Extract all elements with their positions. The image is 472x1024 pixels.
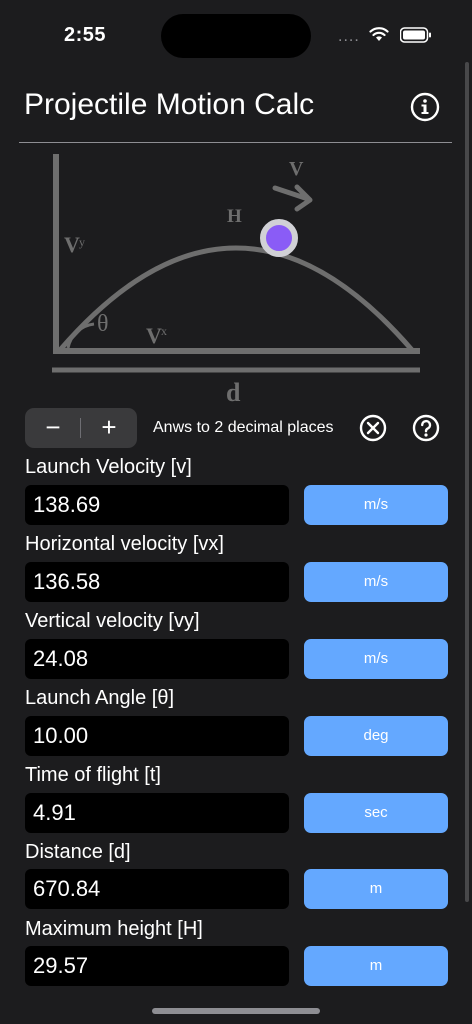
decimal-stepper[interactable]: − + <box>25 408 137 448</box>
maximum-height-unit-button[interactable]: m <box>304 946 448 986</box>
angle-arc <box>66 322 95 349</box>
vertical-velocity-label: Vertical velocity [vy] <box>25 610 200 632</box>
projectile-ball <box>260 219 298 257</box>
vy-label: V <box>64 232 80 257</box>
launch-velocity-unit-button[interactable]: m/s <box>304 485 448 525</box>
launch-velocity-label: Launch Velocity [v] <box>25 456 192 478</box>
height-label: H <box>227 206 242 227</box>
vertical-velocity-unit-button[interactable]: m/s <box>304 639 448 679</box>
vertical-velocity-input[interactable]: 24.08 <box>25 639 289 679</box>
vx-subscript: x <box>161 324 167 338</box>
time-of-flight-label: Time of flight [t] <box>25 764 161 786</box>
signal-icon: .... <box>338 28 360 45</box>
status-time: 2:55 <box>64 24 107 46</box>
battery-icon <box>400 27 431 43</box>
velocity-label: V <box>289 158 304 180</box>
velocity-arrow <box>272 184 313 212</box>
vy-subscript: y <box>79 235 85 249</box>
trajectory-arc <box>58 245 414 352</box>
info-icon[interactable] <box>410 92 440 122</box>
page-title: Projectile Motion Calc <box>24 88 315 121</box>
help-icon[interactable] <box>412 414 440 442</box>
distance-label: Distance [d] <box>25 841 131 863</box>
launch-angle-unit-button[interactable]: deg <box>304 716 448 756</box>
time-of-flight-input[interactable]: 4.91 <box>25 793 289 833</box>
horizontal-velocity-unit-button[interactable]: m/s <box>304 562 448 602</box>
increment-button[interactable]: + <box>81 408 137 448</box>
horizontal-velocity-input[interactable]: 136.58 <box>25 562 289 602</box>
clear-icon[interactable] <box>359 414 387 442</box>
distance-label: d <box>226 378 241 407</box>
launch-velocity-input[interactable]: 138.69 <box>25 485 289 525</box>
horizontal-velocity-label: Horizontal velocity [vx] <box>25 533 224 555</box>
precision-label: Anws to 2 decimal places <box>153 419 334 436</box>
time-of-flight-unit-button[interactable]: sec <box>304 793 448 833</box>
launch-angle-label: Launch Angle [θ] <box>25 687 175 709</box>
wifi-icon <box>369 27 389 41</box>
vx-label: V <box>146 323 162 348</box>
theta-label: θ <box>97 311 109 337</box>
decrement-button[interactable]: − <box>25 408 81 448</box>
home-indicator[interactable] <box>152 1008 320 1014</box>
status-bar: 2:55 .... <box>0 0 472 70</box>
launch-angle-input[interactable]: 10.00 <box>25 716 289 756</box>
dynamic-island <box>161 14 311 58</box>
scrollbar[interactable] <box>465 62 469 902</box>
projectile-diagram: V y θ V x H V d <box>52 154 420 407</box>
maximum-height-label: Maximum height [H] <box>25 918 203 940</box>
header-divider <box>19 142 452 143</box>
distance-input[interactable]: 670.84 <box>25 869 289 909</box>
distance-unit-button[interactable]: m <box>304 869 448 909</box>
maximum-height-input[interactable]: 29.57 <box>25 946 289 986</box>
